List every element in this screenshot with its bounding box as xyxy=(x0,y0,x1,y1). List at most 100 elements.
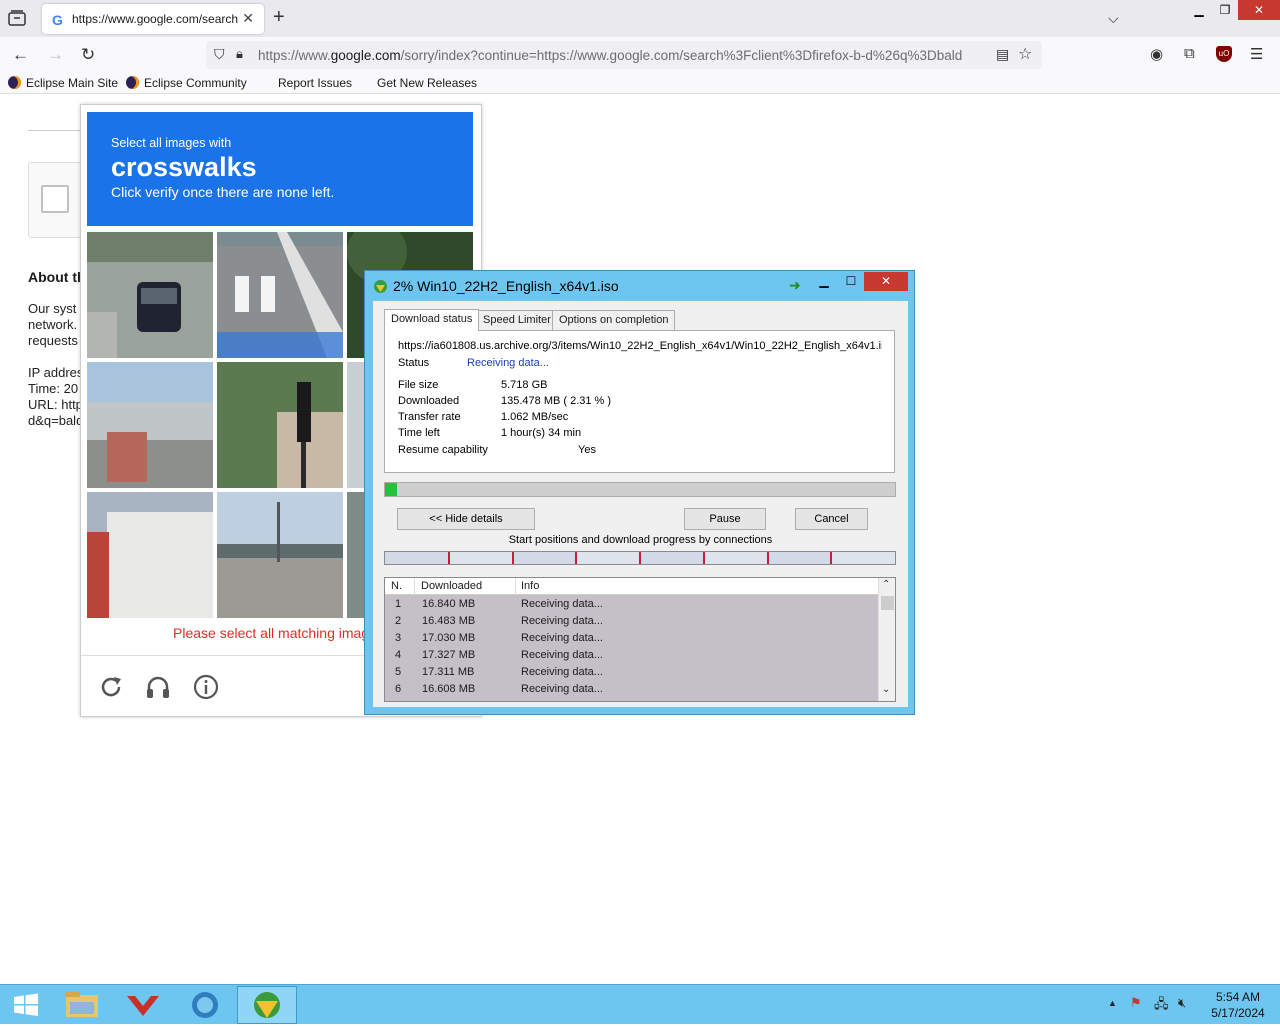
status-label: Status xyxy=(398,357,430,369)
action-center-flag-icon[interactable]: ⚑ xyxy=(1130,995,1142,1011)
hide-details-button[interactable]: << Hide details xyxy=(397,508,535,530)
browser-globe-icon[interactable] xyxy=(175,986,235,1024)
show-hidden-icons-icon[interactable]: ▲ xyxy=(1108,998,1117,1008)
header-separator xyxy=(515,578,516,595)
row-number: 5 xyxy=(395,666,402,678)
restore-window-button[interactable]: ❐ xyxy=(1212,0,1238,20)
dialog-title-bar[interactable]: 2% Win10_22H2_English_x64v1.iso ➜ ▁ ☐ ✕ xyxy=(365,271,914,301)
header-info: Info xyxy=(521,580,540,592)
lock-icon[interactable]: 🔒︎ xyxy=(236,46,243,62)
network-icon[interactable]: 🖧︎ xyxy=(1154,995,1169,1017)
connection-start-marker xyxy=(766,552,769,564)
row-number: 4 xyxy=(395,649,402,661)
header-downloaded: Downloaded xyxy=(421,580,483,592)
about-text-line: network. xyxy=(28,317,78,332)
forward-arrow-icon[interactable]: → xyxy=(47,45,64,65)
table-row[interactable]: 2 16.483 MB Receiving data... xyxy=(385,613,878,630)
row-info: Receiving data... xyxy=(521,615,603,627)
reload-page-icon[interactable]: ↻ xyxy=(81,45,95,65)
eclipse-logo-icon xyxy=(8,76,21,89)
scroll-down-icon[interactable]: ⌄ xyxy=(882,684,890,695)
row-downloaded: 17.327 MB xyxy=(422,649,476,661)
file-explorer-icon[interactable] xyxy=(52,986,112,1024)
url-text[interactable]: https://www.google.com/sorry/index?conti… xyxy=(258,48,988,63)
chevron-down-icon[interactable]: ⌵ xyxy=(1108,10,1119,27)
info-icon[interactable] xyxy=(192,673,220,701)
browser-tab-bar: G https://www.google.com/search ✕ + ⌵ ▁ … xyxy=(0,0,1280,37)
road-image xyxy=(217,492,343,618)
clock-date: 5/17/2024 xyxy=(1211,1006,1265,1020)
audio-icon[interactable] xyxy=(144,673,172,701)
image-tile-4[interactable] xyxy=(87,362,213,488)
list-all-tabs-icon[interactable] xyxy=(8,10,26,26)
connections-label: Start positions and download progress by… xyxy=(508,534,773,546)
volume-muted-icon[interactable]: 🔇︎ xyxy=(1178,995,1186,1011)
table-row[interactable]: 1 16.840 MB Receiving data... xyxy=(385,596,878,613)
bookmark-report-issues[interactable]: Report Issues xyxy=(278,76,352,90)
header-n: N. xyxy=(391,580,402,592)
dialog-title: 2% Win10_22H2_English_x64v1.iso xyxy=(393,278,619,294)
table-row[interactable]: 6 16.608 MB Receiving data... xyxy=(385,681,878,698)
tab-speed-limiter[interactable]: Speed Limiter xyxy=(476,310,558,330)
menu-hamburger-icon[interactable]: ☰ xyxy=(1250,45,1263,63)
windows-start-icon[interactable] xyxy=(0,986,52,1024)
taskbar-idm-button[interactable] xyxy=(237,986,297,1024)
image-tile-2[interactable] xyxy=(217,232,343,358)
minimize-window-button[interactable]: ▁ xyxy=(1186,0,1212,20)
challenge-instruction: Select all images with xyxy=(111,136,232,150)
image-tile-8[interactable] xyxy=(217,492,343,618)
close-tab-icon[interactable]: ✕ xyxy=(242,10,254,27)
row-info: Receiving data... xyxy=(521,632,603,644)
new-tab-icon[interactable]: + xyxy=(273,6,285,29)
connection-segment xyxy=(831,552,895,564)
row-number: 3 xyxy=(395,632,402,644)
tracking-shield-icon[interactable]: ⛉ xyxy=(214,46,225,63)
table-row[interactable]: 4 17.327 MB Receiving data... xyxy=(385,647,878,664)
dialog-maximize-button[interactable]: ☐ xyxy=(838,272,864,291)
progress-fill xyxy=(385,483,397,496)
connection-start-marker xyxy=(639,552,641,564)
address-bar[interactable]: ⛉ 🔒︎ https://www.google.com/sorry/index?… xyxy=(206,41,1042,69)
table-row[interactable]: 3 17.030 MB Receiving data... xyxy=(385,630,878,647)
bookmark-eclipse-main-site[interactable]: Eclipse Main Site xyxy=(8,76,118,90)
back-arrow-icon[interactable]: ← xyxy=(12,45,29,65)
green-arrow-icon: ➜ xyxy=(789,277,801,293)
bookmark-get-new-releases[interactable]: Get New Releases xyxy=(377,76,477,90)
crosswalk-image xyxy=(217,232,343,358)
close-window-button[interactable]: ✕ xyxy=(1238,0,1280,20)
wall-image xyxy=(87,492,213,618)
system-clock[interactable]: 5:54 AM 5/17/2024 xyxy=(1205,989,1271,1021)
image-tile-1[interactable] xyxy=(87,232,213,358)
scroll-thumb[interactable] xyxy=(881,596,894,610)
cancel-button[interactable]: Cancel xyxy=(795,508,868,530)
connections-progress-bar xyxy=(384,551,896,565)
ublock-origin-icon[interactable]: uO xyxy=(1216,46,1232,62)
pause-button[interactable]: Pause xyxy=(684,508,766,530)
account-icon[interactable]: ◉ xyxy=(1150,45,1163,63)
transfer-rate-value: 1.062 MB/sec xyxy=(501,411,569,423)
tab-title: https://www.google.com/search xyxy=(72,12,239,26)
recaptcha-checkbox[interactable] xyxy=(41,185,69,213)
tab-download-status[interactable]: Download status xyxy=(384,309,480,331)
reader-view-icon[interactable]: ▤ xyxy=(996,46,1009,63)
connection-segment xyxy=(448,552,513,564)
tab-options-on-completion[interactable]: Options on completion xyxy=(552,310,676,330)
image-tile-5[interactable] xyxy=(217,362,343,488)
bookmark-star-icon[interactable]: ☆ xyxy=(1018,44,1032,64)
red-app-icon[interactable] xyxy=(113,986,173,1024)
reload-icon[interactable] xyxy=(97,673,125,701)
browser-tab-google[interactable]: G https://www.google.com/search ✕ xyxy=(42,4,264,34)
table-row[interactable]: 5 17.311 MB Receiving data... xyxy=(385,664,878,681)
idm-download-dialog: 2% Win10_22H2_English_x64v1.iso ➜ ▁ ☐ ✕ … xyxy=(364,270,915,715)
dialog-close-button[interactable]: ✕ xyxy=(864,272,908,291)
bookmark-eclipse-community[interactable]: Eclipse Community xyxy=(126,76,247,90)
idm-globe-icon xyxy=(374,280,387,293)
dialog-minimize-button[interactable]: ▁ xyxy=(811,272,837,291)
scroll-up-icon[interactable]: ⌃ xyxy=(882,579,890,590)
row-number: 2 xyxy=(395,615,402,627)
extensions-puzzle-icon[interactable]: ⧉ xyxy=(1184,45,1195,62)
recaptcha-checkbox-widget xyxy=(28,162,88,238)
clock-time: 5:54 AM xyxy=(1215,990,1261,1004)
image-tile-7[interactable] xyxy=(87,492,213,618)
table-scrollbar[interactable]: ⌃ ⌄ xyxy=(878,578,895,701)
